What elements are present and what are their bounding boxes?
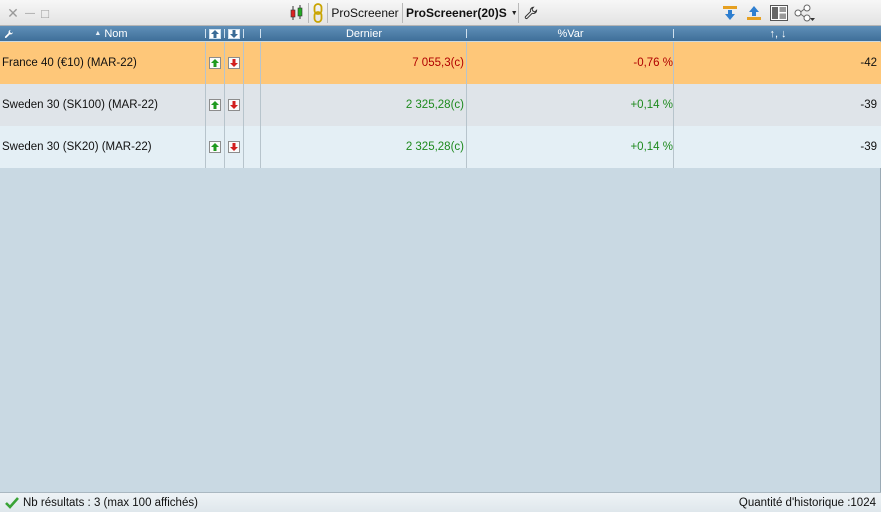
row-hist-value: -39 — [860, 99, 877, 111]
toolbar-separator — [308, 3, 309, 23]
screener-dropdown[interactable]: ProScreener(20)S ▼ — [406, 0, 518, 26]
column-divider — [673, 126, 674, 168]
header-separator — [260, 29, 261, 38]
table-row[interactable]: Sweden 30 (SK20) (MAR-22) 2 325,28(c) +0,1… — [0, 126, 881, 168]
column-divider — [466, 126, 467, 168]
row-name: France 40 (€10) (MAR-22) — [2, 57, 137, 69]
status-history-text: Quantité d'historique :1024 — [738, 496, 876, 509]
column-divider — [243, 84, 244, 126]
toolbar: ✕ — □ ProScreener ProScreener(20)S ▼ — [0, 0, 881, 26]
share-icon[interactable] — [793, 0, 817, 26]
link-icon[interactable] — [311, 0, 325, 26]
column-header: ▲ Nom Dernier %Var ↑, ↓ — [0, 26, 881, 41]
buy-button[interactable] — [209, 42, 221, 84]
column-divider — [224, 126, 225, 168]
header-separator — [205, 29, 206, 38]
row-var-percent: -0,76 % — [633, 57, 673, 69]
column-name-label: Nom — [104, 27, 128, 40]
header-separator — [243, 29, 244, 38]
column-divider — [260, 42, 261, 84]
buy-button[interactable] — [209, 84, 221, 126]
column-divider — [243, 126, 244, 168]
down-arrow-icon — [228, 141, 240, 153]
up-arrow-icon — [209, 57, 221, 69]
column-divider — [673, 42, 674, 84]
column-divider — [673, 84, 674, 126]
row-last-price: 7 055,3(c) — [412, 57, 464, 69]
table-row[interactable]: Sweden 30 (SK100) (MAR-22) 2 325,28(c) +0,… — [0, 84, 881, 126]
row-name: Sweden 30 (SK100) (MAR-22) — [2, 99, 158, 111]
status-history: Quantité d'historique :1024 — [739, 493, 876, 512]
status-bar: Nb résultats : 3 (max 100 affichés) Quan… — [0, 492, 881, 512]
screener-dropdown-value: ProScreener(20)S — [406, 6, 507, 20]
down-arrow-icon — [228, 99, 240, 111]
proscreener-button[interactable]: ProScreener — [331, 0, 399, 26]
proscreener-window: ✕ — □ ProScreener ProScreener(20)S ▼ ▲ N… — [0, 0, 881, 512]
settings-wrench-icon[interactable] — [3, 26, 15, 41]
status-results: Nb résultats : 3 (max 100 affichés) — [5, 493, 198, 512]
column-divider — [224, 42, 225, 84]
row-var-percent: +0,14 % — [630, 99, 673, 111]
column-down-arrows-header[interactable] — [227, 26, 241, 41]
sell-button[interactable] — [228, 42, 240, 84]
checkmark-icon — [5, 496, 19, 509]
down-arrow-header-icon — [228, 28, 240, 39]
column-name-header[interactable]: ▲ Nom — [18, 26, 204, 41]
toolbar-separator — [402, 3, 403, 23]
header-separator — [224, 29, 225, 38]
sell-button[interactable] — [228, 126, 240, 168]
sort-asc-icon: ▲ — [94, 30, 102, 37]
candlestick-icon[interactable] — [288, 0, 306, 26]
arrow-down-icon[interactable] — [721, 0, 739, 26]
maximize-icon[interactable]: □ — [37, 0, 53, 26]
row-last-price: 2 325,28(c) — [405, 99, 464, 111]
close-icon[interactable]: ✕ — [5, 0, 21, 26]
up-arrow-icon — [209, 141, 221, 153]
column-divider — [466, 42, 467, 84]
column-divider — [224, 84, 225, 126]
status-results-text: Nb résultats : 3 (max 100 affichés) — [23, 496, 198, 509]
down-arrow-icon — [228, 57, 240, 69]
table-row[interactable]: France 40 (€10) (MAR-22) 7 055,3(c) -0,76 … — [0, 42, 881, 84]
column-divider — [243, 42, 244, 84]
toolbar-separator — [518, 3, 519, 23]
column-divider — [205, 84, 206, 126]
header-separator — [466, 29, 467, 38]
buy-button[interactable] — [209, 126, 221, 168]
column-var-header[interactable]: %Var — [468, 26, 673, 41]
toolbar-separator — [327, 3, 328, 23]
row-var-percent: +0,14 % — [630, 141, 673, 153]
column-divider — [205, 42, 206, 84]
layout-icon[interactable] — [769, 0, 789, 26]
arrow-up-icon[interactable] — [745, 0, 763, 26]
column-hist-header[interactable]: ↑, ↓ — [675, 26, 881, 41]
column-divider — [260, 84, 261, 126]
wrench-icon[interactable] — [523, 0, 539, 26]
row-hist-value: -39 — [860, 141, 877, 153]
column-divider — [466, 84, 467, 126]
header-separator — [673, 29, 674, 38]
column-divider — [260, 126, 261, 168]
column-divider — [205, 126, 206, 168]
up-arrow-header-icon — [209, 28, 221, 39]
column-up-arrows-header[interactable] — [208, 26, 222, 41]
minimize-icon[interactable]: — — [22, 0, 38, 26]
column-last-header[interactable]: Dernier — [262, 26, 466, 41]
sell-button[interactable] — [228, 84, 240, 126]
up-arrow-icon — [209, 99, 221, 111]
row-last-price: 2 325,28(c) — [405, 141, 464, 153]
chevron-down-icon: ▼ — [510, 9, 518, 17]
row-hist-value: -42 — [860, 57, 877, 69]
row-name: Sweden 30 (SK20) (MAR-22) — [2, 141, 152, 153]
